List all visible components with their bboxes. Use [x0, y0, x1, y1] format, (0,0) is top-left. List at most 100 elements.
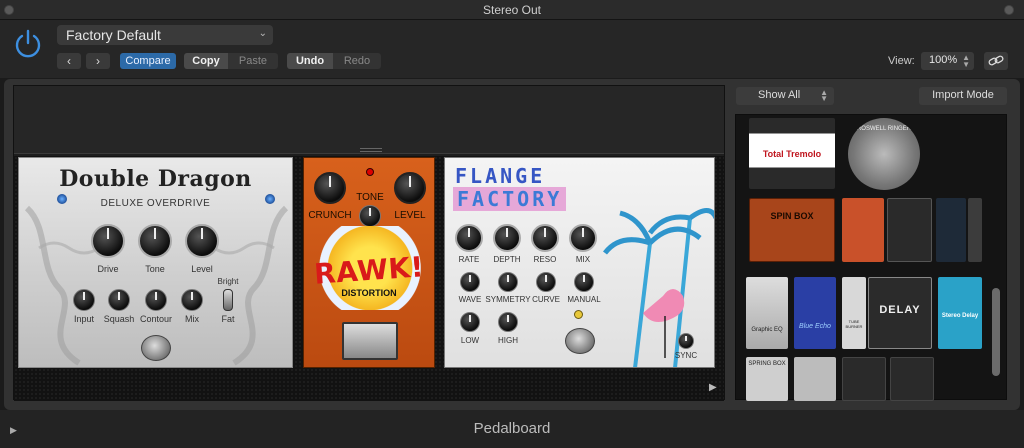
sync-label: SYNC — [674, 351, 698, 360]
curve-knob[interactable] — [536, 272, 556, 292]
view-zoom-value: 100% — [929, 54, 958, 66]
thumb-label: Stereo Delay — [941, 313, 979, 319]
level-label: LEVEL — [394, 210, 426, 221]
import-mode-button[interactable]: Import Mode — [919, 87, 1007, 105]
delay-thumb[interactable]: DELAY — [868, 277, 932, 349]
graphic-eq-thumb[interactable]: Graphic EQ — [746, 277, 788, 349]
pedal-title: Double Dragon — [59, 166, 252, 192]
redo-button[interactable]: Redo — [333, 53, 381, 69]
low-knob[interactable] — [460, 312, 480, 332]
stepper-icon: ▲ ▼ — [962, 53, 970, 69]
thumb-label: Total Tremolo — [762, 149, 822, 159]
symmetry-knob[interactable] — [498, 272, 518, 292]
category-filter-select[interactable]: Show All ▲ ▼ — [736, 87, 834, 105]
manual-label: MANUAL — [567, 295, 601, 304]
effect-pedal-thumb[interactable] — [842, 357, 886, 401]
view-zoom-select[interactable]: 100% ▲ ▼ — [921, 52, 974, 70]
stepper-icon: ▲ ▼ — [820, 88, 828, 103]
sync-knob[interactable] — [678, 333, 694, 349]
stereo-delay-thumb[interactable]: Stereo Delay — [938, 277, 982, 349]
pedal-title-2: FACTORY — [453, 187, 567, 211]
chevron-left-icon: ‹ — [67, 54, 71, 68]
undo-button[interactable]: Undo — [287, 53, 333, 69]
status-led-icon — [574, 310, 583, 319]
spin-box-thumb[interactable]: SPIN BOX — [749, 198, 835, 262]
window-zoom-button[interactable] — [1004, 5, 1014, 15]
spring-box-thumb[interactable]: SPRING BOX — [746, 357, 788, 401]
palm-tree-graphic — [603, 208, 714, 367]
plugin-name: Pedalboard — [473, 420, 551, 437]
status-led-icon — [265, 194, 275, 204]
resize-handle[interactable] — [360, 148, 382, 152]
tone-knob[interactable] — [138, 224, 172, 258]
copy-button[interactable]: Copy — [184, 53, 228, 69]
flange-factory-pedal[interactable]: FLANGE FACTORY RATE DEPTH RESO MIX WAVE … — [444, 157, 715, 368]
fat-label: Fat — [221, 314, 235, 324]
tone-label: Tone — [145, 264, 165, 274]
squash-knob[interactable] — [108, 289, 130, 311]
blue-echo-thumb[interactable]: Blue Echo — [794, 277, 836, 349]
mix-label: MIX — [575, 255, 591, 264]
bright-fat-toggle[interactable] — [223, 289, 233, 311]
mix-knob[interactable] — [569, 224, 597, 252]
tone-knob[interactable] — [359, 205, 381, 227]
link-button[interactable] — [984, 52, 1008, 70]
thumb-label: Graphic EQ — [751, 327, 783, 333]
status-led-icon — [366, 168, 374, 176]
high-label: HIGH — [498, 336, 518, 345]
bypass-footswitch[interactable] — [141, 335, 171, 361]
level-knob[interactable] — [394, 172, 426, 204]
tone-label: TONE — [356, 192, 384, 203]
crunch-knob[interactable] — [314, 172, 346, 204]
next-preset-button[interactable]: › — [86, 53, 110, 69]
drive-knob[interactable] — [91, 224, 125, 258]
roswell-ringer-thumb[interactable]: ROSWELL RINGER — [848, 118, 920, 190]
tube-burner-thumb[interactable]: TUBE BURNER — [842, 277, 866, 349]
bypass-footswitch[interactable] — [342, 322, 398, 360]
contour-knob[interactable] — [145, 289, 167, 311]
depth-knob[interactable] — [493, 224, 521, 252]
thumb-label: ROSWELL RINGER — [856, 126, 912, 132]
effect-pedal-thumb[interactable] — [887, 198, 932, 262]
link-icon — [988, 55, 1004, 66]
scroll-right-icon[interactable]: ▶ — [709, 382, 717, 393]
effect-pedal-thumb[interactable] — [794, 357, 836, 401]
total-tremolo-thumb[interactable]: Total Tremolo — [749, 118, 835, 189]
preset-menu[interactable]: Factory Default ⌄ — [57, 25, 273, 45]
rate-knob[interactable] — [455, 224, 483, 252]
rawk-distortion-pedal[interactable]: TONE CRUNCH LEVEL RAWK! DISTORTION — [303, 157, 435, 368]
title-bar: Stereo Out — [0, 0, 1024, 20]
thumb-label: TUBE BURNER — [845, 319, 863, 329]
view-label: View: — [888, 55, 915, 67]
effect-pedal-thumb[interactable] — [968, 198, 982, 262]
effect-pedal-thumb[interactable] — [936, 198, 966, 262]
bright-label: Bright — [217, 277, 239, 286]
level-knob[interactable] — [185, 224, 219, 258]
chevron-right-icon: › — [96, 54, 100, 68]
crunch-label: CRUNCH — [308, 210, 352, 221]
plugin-footer: ▶ Pedalboard — [0, 410, 1024, 448]
mix-knob[interactable] — [181, 289, 203, 311]
paste-button[interactable]: Paste — [228, 53, 278, 69]
thumb-label: DELAY — [879, 304, 921, 316]
preset-name: Factory Default — [66, 27, 161, 43]
browser-scrollbar[interactable] — [992, 288, 1000, 376]
high-knob[interactable] — [498, 312, 518, 332]
thumb-label: Blue Echo — [799, 323, 831, 330]
power-icon[interactable] — [12, 28, 44, 60]
manual-knob[interactable] — [574, 272, 594, 292]
previous-preset-button[interactable]: ‹ — [57, 53, 81, 69]
input-knob[interactable] — [73, 289, 95, 311]
thumb-label: SPRING BOX — [748, 361, 786, 367]
reso-knob[interactable] — [531, 224, 559, 252]
pedal-title: FLANGE — [455, 164, 546, 188]
double-dragon-pedal[interactable]: Double Dragon DELUXE OVERDRIVE Drive Ton… — [18, 157, 293, 368]
bypass-footswitch[interactable] — [565, 328, 595, 354]
thumb-label: SPIN BOX — [770, 211, 814, 221]
drive-label: Drive — [97, 264, 119, 274]
compare-button[interactable]: Compare — [120, 53, 176, 69]
wave-knob[interactable] — [460, 272, 480, 292]
effect-pedal-thumb[interactable] — [890, 357, 934, 401]
pedal-browser: Total Tremolo ROSWELL RINGER SPIN BOX Gr… — [735, 114, 1007, 401]
effect-pedal-thumb[interactable] — [842, 198, 884, 262]
